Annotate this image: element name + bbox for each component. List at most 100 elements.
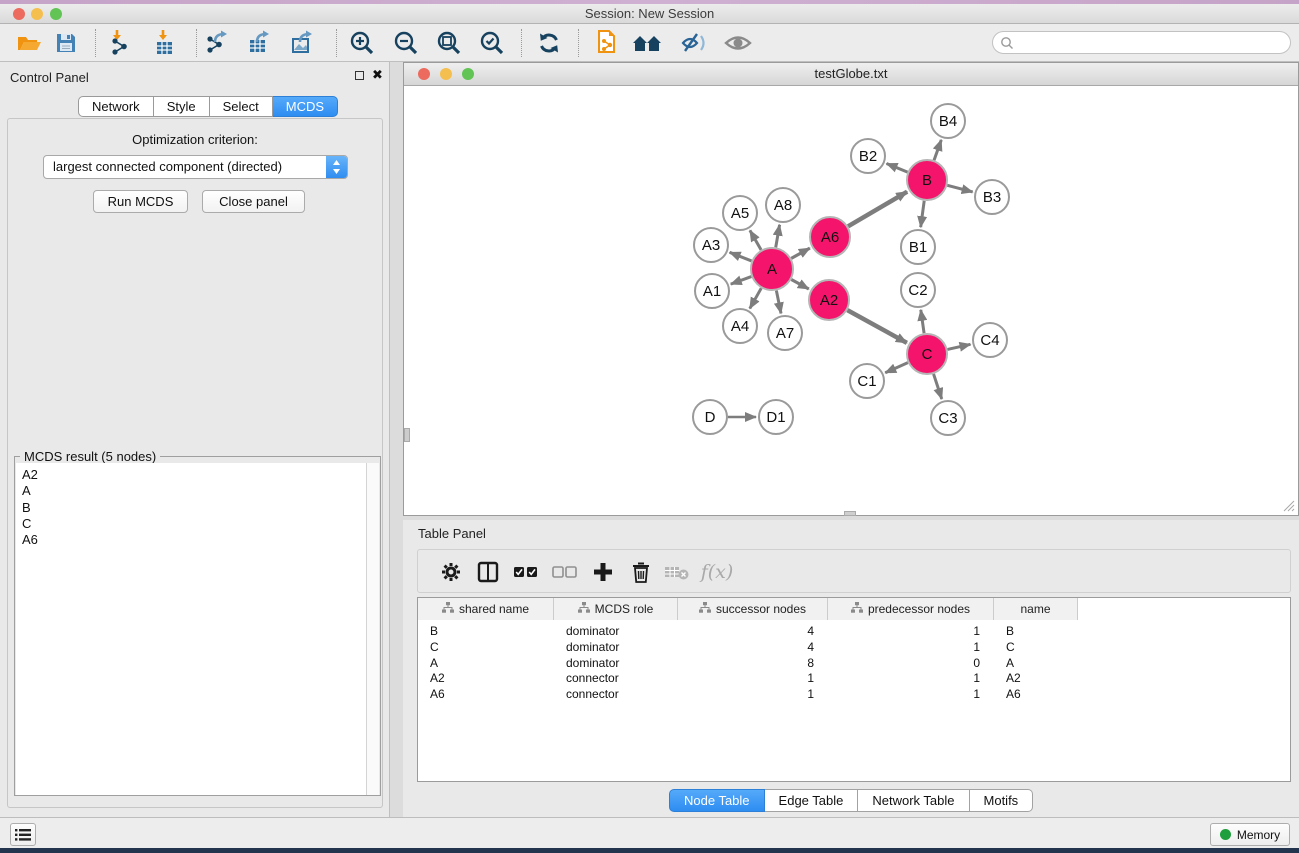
memory-button[interactable]: Memory <box>1210 823 1290 846</box>
add-column-icon[interactable] <box>588 557 618 587</box>
table-row[interactable]: Cdominator41C <box>418 639 1078 655</box>
select-all-icon[interactable] <box>511 557 541 587</box>
edge-A-A6[interactable] <box>791 248 810 258</box>
panel-splitter[interactable] <box>390 62 403 817</box>
cell-shared-name[interactable]: B <box>418 623 554 639</box>
network-window-titlebar[interactable]: testGlobe.txt <box>404 63 1298 86</box>
tab-node-table[interactable]: Node Table <box>669 789 765 812</box>
open-session-icon[interactable] <box>13 27 47 59</box>
mcds-result-list[interactable]: A2ABCA6 <box>16 463 367 795</box>
edge-A-A3[interactable] <box>730 252 752 261</box>
network-graph[interactable]: AA1A2A3A4A5A6A7A8BB1B2B3B4CC1C2C3C4DD1 <box>404 86 1298 515</box>
export-network-icon[interactable] <box>202 27 236 59</box>
export-image-icon[interactable] <box>287 27 321 59</box>
edge-A-A7[interactable] <box>776 291 781 314</box>
optimization-criterion-select[interactable]: largest connected component (directed) <box>43 155 348 179</box>
cell-successor-nodes[interactable]: 8 <box>678 655 828 671</box>
edge-B-B1[interactable] <box>921 201 925 227</box>
export-table-icon[interactable] <box>244 27 278 59</box>
clone-network-icon[interactable] <box>591 27 625 59</box>
cell-successor-nodes[interactable]: 1 <box>678 670 828 686</box>
cell-MCDS-role[interactable]: dominator <box>554 623 678 639</box>
column-layout-icon[interactable] <box>473 557 503 587</box>
search-input[interactable] <box>992 31 1291 54</box>
close-panel-button[interactable]: Close panel <box>202 190 305 213</box>
zoom-fit-icon[interactable] <box>432 27 466 59</box>
network-minimize-traffic-light[interactable] <box>440 68 452 80</box>
column-header-name[interactable]: name <box>994 598 1078 620</box>
cell-predecessor-nodes[interactable]: 0 <box>828 655 994 671</box>
cell-name[interactable]: B <box>994 623 1078 639</box>
cell-successor-nodes[interactable]: 4 <box>678 639 828 655</box>
hide-graphics-details-icon[interactable] <box>677 27 711 59</box>
zoom-out-icon[interactable] <box>389 27 423 59</box>
edge-A-A4[interactable] <box>750 288 761 308</box>
edge-A-A1[interactable] <box>731 277 752 285</box>
edge-C-C3[interactable] <box>934 374 942 399</box>
refresh-icon[interactable] <box>532 27 566 59</box>
cell-shared-name[interactable]: C <box>418 639 554 655</box>
status-list-button[interactable] <box>10 823 36 846</box>
cell-predecessor-nodes[interactable]: 1 <box>828 623 994 639</box>
column-header-MCDS-role[interactable]: MCDS role <box>554 598 678 620</box>
result-item[interactable]: A <box>22 483 367 499</box>
cell-successor-nodes[interactable]: 1 <box>678 686 828 702</box>
cell-successor-nodes[interactable]: 4 <box>678 623 828 639</box>
settings-gear-icon[interactable] <box>436 557 466 587</box>
edge-A-A5[interactable] <box>750 230 761 250</box>
column-header-predecessor-nodes[interactable]: predecessor nodes <box>828 598 994 620</box>
resize-grip-icon[interactable] <box>1281 498 1295 512</box>
cell-MCDS-role[interactable]: dominator <box>554 639 678 655</box>
edge-C-C2[interactable] <box>921 310 924 333</box>
canvas-splitter-handle[interactable] <box>404 428 410 442</box>
cell-predecessor-nodes[interactable]: 1 <box>828 686 994 702</box>
node-table[interactable]: shared nameMCDS rolesuccessor nodesprede… <box>417 597 1291 782</box>
cell-name[interactable]: C <box>994 639 1078 655</box>
cell-MCDS-role[interactable]: connector <box>554 686 678 702</box>
edge-A2-C[interactable] <box>847 310 906 343</box>
table-row[interactable]: A2connector11A2 <box>418 670 1078 686</box>
minimize-traffic-light[interactable] <box>31 8 43 20</box>
canvas-bottom-handle[interactable] <box>844 511 856 516</box>
close-panel-icon[interactable]: ✖ <box>372 70 383 80</box>
cell-shared-name[interactable]: A6 <box>418 686 554 702</box>
cell-name[interactable]: A6 <box>994 686 1078 702</box>
edge-A-A2[interactable] <box>791 280 808 290</box>
result-item[interactable]: B <box>22 500 367 516</box>
edge-C-C1[interactable] <box>885 363 908 373</box>
cell-MCDS-role[interactable]: connector <box>554 670 678 686</box>
float-panel-icon[interactable] <box>355 71 364 80</box>
zoom-traffic-light[interactable] <box>50 8 62 20</box>
run-mcds-button[interactable]: Run MCDS <box>93 190 188 213</box>
result-list-scrollbar[interactable] <box>366 463 379 795</box>
cell-shared-name[interactable]: A <box>418 655 554 671</box>
cell-name[interactable]: A <box>994 655 1078 671</box>
result-item[interactable]: A2 <box>22 467 367 483</box>
network-close-traffic-light[interactable] <box>418 68 430 80</box>
tab-select[interactable]: Select <box>210 96 273 117</box>
zoom-selected-icon[interactable] <box>475 27 509 59</box>
tab-motifs[interactable]: Motifs <box>970 789 1034 812</box>
home-icon[interactable] <box>631 27 665 59</box>
zoom-in-icon[interactable] <box>345 27 379 59</box>
deselect-all-icon[interactable] <box>550 557 580 587</box>
edge-B-B4[interactable] <box>934 140 941 160</box>
column-header-successor-nodes[interactable]: successor nodes <box>678 598 828 620</box>
edge-B-B3[interactable] <box>947 185 972 192</box>
import-table-icon[interactable] <box>150 27 184 59</box>
table-row[interactable]: Adominator80A <box>418 655 1078 671</box>
show-view-icon[interactable] <box>721 27 755 59</box>
edge-A6-B[interactable] <box>848 192 907 227</box>
cell-MCDS-role[interactable]: dominator <box>554 655 678 671</box>
column-header-shared-name[interactable]: shared name <box>418 598 554 620</box>
cell-name[interactable]: A2 <box>994 670 1078 686</box>
delete-column-icon[interactable] <box>626 557 656 587</box>
result-item[interactable]: A6 <box>22 532 367 548</box>
tab-mcds[interactable]: MCDS <box>273 96 338 117</box>
edge-B-B2[interactable] <box>887 164 908 173</box>
tab-network-table[interactable]: Network Table <box>858 789 969 812</box>
table-row[interactable]: Bdominator41B <box>418 623 1078 639</box>
close-traffic-light[interactable] <box>13 8 25 20</box>
network-canvas[interactable]: AA1A2A3A4A5A6A7A8BB1B2B3B4CC1C2C3C4DD1 <box>404 86 1298 515</box>
import-network-icon[interactable] <box>105 27 139 59</box>
